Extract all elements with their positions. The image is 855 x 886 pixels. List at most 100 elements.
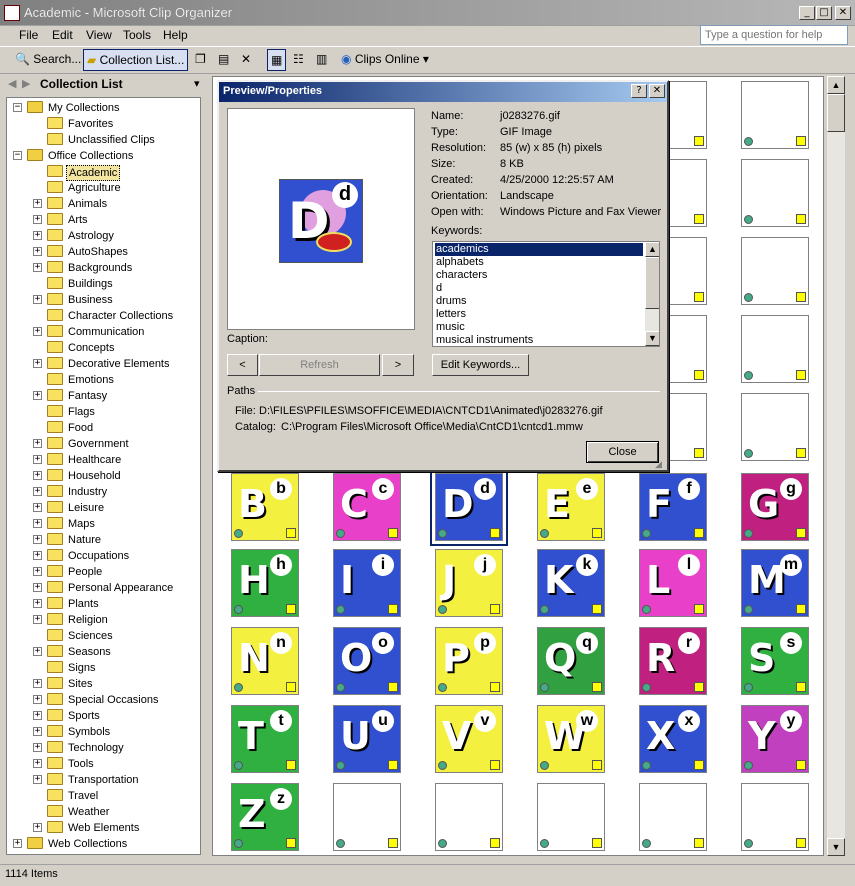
help-search-input[interactable]	[700, 25, 848, 45]
dialog-help-button[interactable]: ?	[631, 84, 647, 98]
previous-button[interactable]: <	[227, 354, 258, 376]
resize-grip-icon[interactable]: ◢	[655, 459, 662, 470]
menu-tools[interactable]: Tools	[123, 28, 151, 42]
dialog-close-icon[interactable]: ✕	[649, 84, 665, 98]
expand-icon[interactable]: +	[33, 327, 42, 336]
scroll-thumb[interactable]	[827, 94, 845, 132]
scroll-up-icon[interactable]: ▲	[827, 76, 845, 94]
maximize-button[interactable]: □	[816, 6, 832, 20]
expand-icon[interactable]: +	[33, 359, 42, 368]
expand-icon[interactable]: +	[33, 391, 42, 400]
expand-icon[interactable]: +	[33, 711, 42, 720]
clip-thumbnail[interactable]	[741, 393, 809, 461]
expand-icon[interactable]: +	[33, 471, 42, 480]
expand-icon[interactable]: +	[33, 551, 42, 560]
expand-icon[interactable]: +	[33, 743, 42, 752]
clip-thumbnail[interactable]: Jj	[435, 549, 503, 617]
keywords-scroll-up-icon[interactable]: ▲	[645, 242, 659, 257]
delete-button[interactable]: ✕	[238, 49, 254, 71]
clip-thumbnail[interactable]: Ee	[537, 473, 605, 541]
expand-icon[interactable]: +	[33, 231, 42, 240]
collapse-icon[interactable]: −	[13, 103, 22, 112]
expand-icon[interactable]: +	[33, 215, 42, 224]
keyword-item[interactable]: alphabets	[435, 256, 643, 269]
keyword-item[interactable]: drums	[435, 295, 643, 308]
clip-thumbnail[interactable]	[741, 237, 809, 305]
expand-icon[interactable]: +	[33, 583, 42, 592]
menu-edit[interactable]: Edit	[52, 28, 73, 42]
clip-thumbnail[interactable]: Mm	[741, 549, 809, 617]
keyword-item[interactable]: d	[435, 282, 643, 295]
expand-icon[interactable]: +	[33, 487, 42, 496]
clip-thumbnail[interactable]: Rr	[639, 627, 707, 695]
expand-icon[interactable]: +	[33, 679, 42, 688]
clip-thumbnail[interactable]: Ww	[537, 705, 605, 773]
expand-icon[interactable]: +	[33, 455, 42, 464]
clip-thumbnail[interactable]: Kk	[537, 549, 605, 617]
edit-keywords-button[interactable]: Edit Keywords...	[432, 354, 529, 376]
clip-thumbnail[interactable]: Dd	[430, 468, 508, 546]
keywords-list[interactable]: ▲ ▼ academics alphabets characters d drums le…	[432, 241, 660, 347]
menu-help[interactable]: Help	[163, 28, 188, 42]
list-view-button[interactable]: ☷	[290, 49, 307, 71]
expand-icon[interactable]: +	[33, 599, 42, 608]
clip-thumbnail[interactable]: Bb	[231, 473, 299, 541]
expand-icon[interactable]: +	[33, 775, 42, 784]
expand-icon[interactable]: +	[33, 247, 42, 256]
clip-thumbnail[interactable]: Ll	[639, 549, 707, 617]
collapse-icon[interactable]: −	[13, 151, 22, 160]
expand-icon[interactable]: +	[33, 199, 42, 208]
clip-thumbnail[interactable]: Qq	[537, 627, 605, 695]
keyword-item[interactable]: musical instruments	[435, 334, 643, 346]
vertical-scrollbar[interactable]: ▲ ▼	[827, 76, 845, 856]
expand-icon[interactable]: +	[33, 535, 42, 544]
keyword-item[interactable]: characters	[435, 269, 643, 282]
clip-thumbnail[interactable]	[333, 783, 401, 851]
next-button[interactable]: >	[382, 354, 414, 376]
clip-thumbnail[interactable]: Pp	[435, 627, 503, 695]
pane-menu-icon[interactable]: ▾	[194, 77, 200, 90]
clip-thumbnail[interactable]: Hh	[231, 549, 299, 617]
search-button[interactable]: 🔍 Search...	[12, 49, 84, 71]
clip-thumbnail[interactable]	[435, 783, 503, 851]
minimize-button[interactable]: _	[799, 6, 815, 20]
paste-button[interactable]: ▤	[215, 49, 232, 71]
clip-thumbnail[interactable]	[639, 783, 707, 851]
expand-icon[interactable]: +	[33, 567, 42, 576]
expand-icon[interactable]: +	[33, 615, 42, 624]
clip-thumbnail[interactable]: Cc	[333, 473, 401, 541]
keywords-scroll-down-icon[interactable]: ▼	[645, 331, 659, 346]
clip-thumbnail[interactable]	[537, 783, 605, 851]
collection-list-button[interactable]: ▰ Collection List...	[83, 49, 189, 71]
keyword-item[interactable]: academics	[435, 243, 643, 256]
clip-thumbnail[interactable]	[741, 81, 809, 149]
collection-tree[interactable]: − My Collections Favorites Unclassified Cli…	[6, 97, 201, 855]
clip-thumbnail[interactable]: Oo	[333, 627, 401, 695]
expand-icon[interactable]: +	[33, 439, 42, 448]
clip-thumbnail[interactable]: Yy	[741, 705, 809, 773]
refresh-button[interactable]: Refresh	[259, 354, 380, 376]
expand-icon[interactable]: +	[33, 759, 42, 768]
copy-button[interactable]: ❐	[192, 49, 209, 71]
keywords-scroll-thumb[interactable]	[645, 257, 659, 309]
expand-icon[interactable]: +	[33, 695, 42, 704]
clips-online-button[interactable]: ◉ Clips Online ▾	[338, 49, 432, 71]
clip-thumbnail[interactable]: Ss	[741, 627, 809, 695]
clip-thumbnail[interactable]: Ff	[639, 473, 707, 541]
clip-thumbnail[interactable]: Ii	[333, 549, 401, 617]
expand-icon[interactable]: +	[33, 295, 42, 304]
expand-icon[interactable]: +	[33, 519, 42, 528]
clip-thumbnail[interactable]: Xx	[639, 705, 707, 773]
close-dialog-button[interactable]: Close	[586, 441, 659, 463]
keyword-item[interactable]: letters	[435, 308, 643, 321]
expand-icon[interactable]: +	[13, 839, 22, 848]
expand-icon[interactable]: +	[33, 647, 42, 656]
expand-icon[interactable]: +	[33, 263, 42, 272]
expand-icon[interactable]: +	[33, 727, 42, 736]
clip-thumbnail[interactable]: Nn	[231, 627, 299, 695]
clip-thumbnail[interactable]: Vv	[435, 705, 503, 773]
clip-thumbnail[interactable]	[741, 783, 809, 851]
close-button[interactable]: ✕	[835, 6, 851, 20]
keywords-scrollbar[interactable]: ▲ ▼	[645, 242, 659, 346]
thumbnails-view-button[interactable]: ▦	[267, 49, 287, 71]
